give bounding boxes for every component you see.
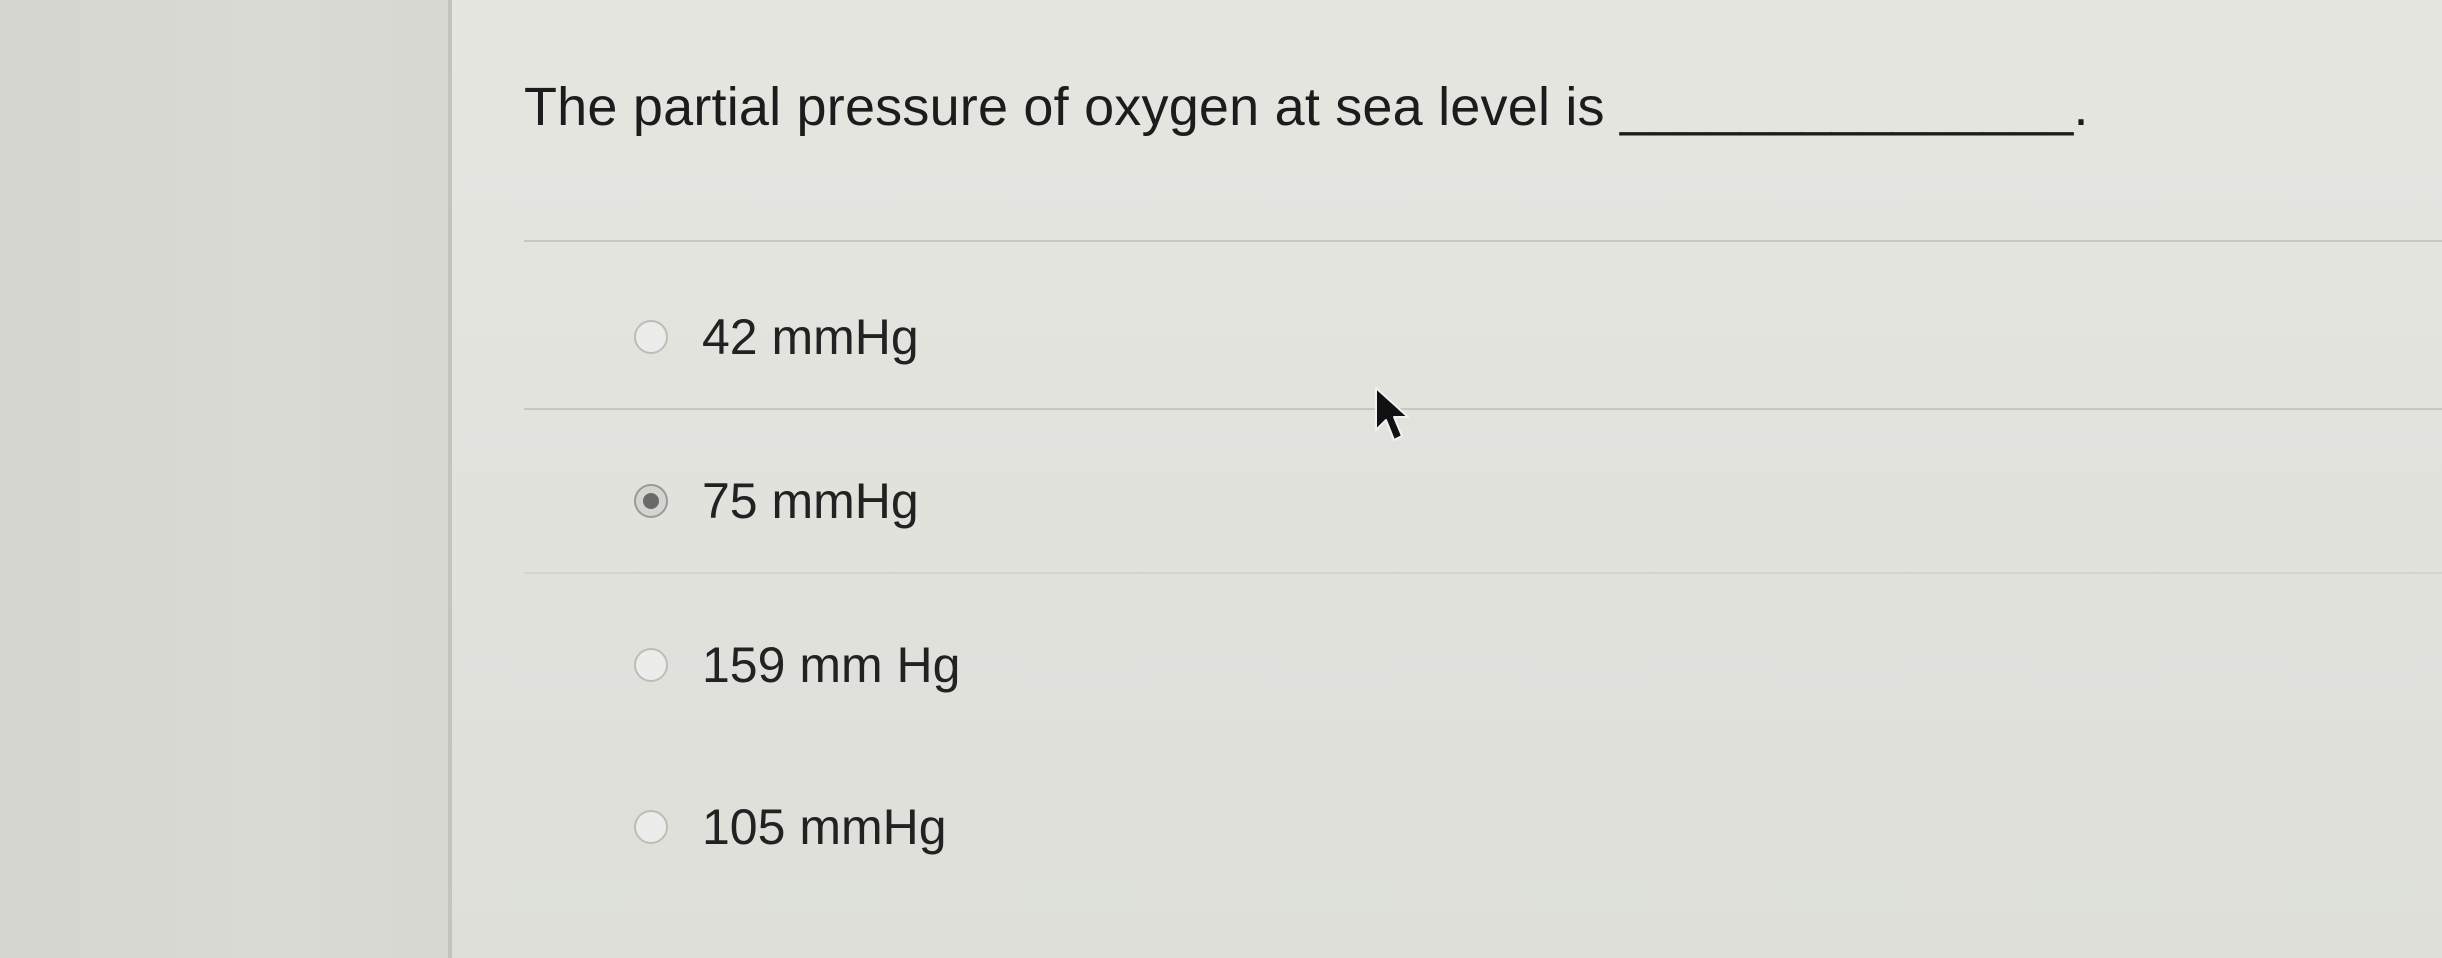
radio-button[interactable] [634,320,668,354]
answer-option-3[interactable]: 159 mm Hg [634,630,960,700]
radio-button[interactable] [634,648,668,682]
mouse-pointer-icon [1375,387,1409,441]
divider [524,572,2442,574]
divider [524,408,2442,410]
divider [524,240,2442,242]
answer-option-label: 105 mmHg [702,799,947,855]
page-left-margin [0,0,448,958]
radio-button[interactable] [634,810,668,844]
question-text: The partial pressure of oxygen at sea le… [524,77,2089,137]
answer-option-4[interactable]: 105 mmHg [634,792,947,862]
answer-option-label: 159 mm Hg [702,637,961,693]
answer-option-1[interactable]: 42 mmHg [634,302,919,372]
question-panel: The partial pressure of oxygen at sea le… [452,0,2442,958]
radio-button-selected[interactable] [634,484,668,518]
answer-option-label: 42 mmHg [702,309,919,365]
answer-option-label: 75 mmHg [702,473,919,529]
answer-option-2[interactable]: 75 mmHg [634,466,919,536]
